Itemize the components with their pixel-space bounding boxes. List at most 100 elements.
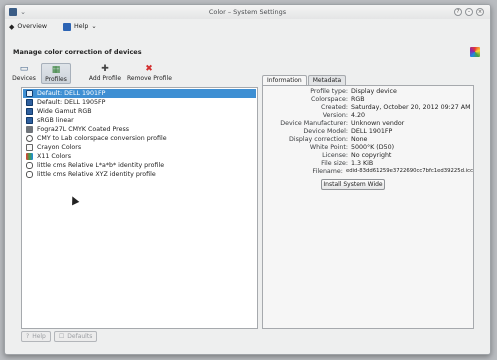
defaults-button[interactable]: ☐ Defaults	[53, 331, 98, 342]
info-value: edid-83dd61259e3722690cc7bfc1ed39225d.ic…	[345, 168, 473, 174]
profiles-label: Profiles	[45, 76, 67, 83]
list-item[interactable]: Crayon Colors	[23, 143, 256, 152]
help-window-button[interactable]: ?	[454, 8, 462, 16]
info-value: No copyright	[351, 152, 392, 159]
page-heading: Manage color correction of devices	[13, 48, 142, 56]
help-label: Help	[74, 23, 89, 30]
help-circle-icon: ?	[26, 333, 30, 340]
profile-detail-panel: Information Metadata Profile type: Displ…	[262, 75, 474, 329]
chevron-down-icon: ⌄	[91, 23, 97, 30]
remove-profile-label: Remove Profile	[127, 75, 172, 82]
install-system-wide-button[interactable]: Install System Wide	[321, 179, 385, 190]
menu-bar: ◆ Overview Help ⌄	[5, 20, 490, 33]
list-item[interactable]: Fogra27L CMYK Coated Press	[23, 125, 256, 134]
back-arrow-icon: ◆	[9, 22, 15, 31]
profiles-tool-button[interactable]: ▦ Profiles	[41, 63, 71, 84]
tab-information[interactable]: Information	[262, 75, 307, 85]
overview-label: Overview	[17, 23, 48, 30]
list-item[interactable]: Default: DELL 1901FP	[23, 89, 256, 98]
defaults-button-label: Defaults	[67, 333, 93, 340]
list-item-label: X11 Colors	[37, 153, 72, 160]
title-bar: ⌄ Color – System Settings ? – ×	[5, 5, 490, 19]
crayon-icon	[26, 144, 33, 151]
remove-icon: ✖	[145, 64, 153, 74]
help-button[interactable]: ? Help	[21, 331, 51, 342]
profiles-icon: ▦	[51, 65, 61, 75]
list-item-label: sRGB linear	[37, 117, 74, 124]
devices-label: Devices	[12, 75, 36, 82]
information-tab-body: Profile type: Display device Colorspace:…	[262, 85, 474, 329]
help-button-label: Help	[32, 333, 46, 340]
info-key: White Point:	[309, 144, 348, 151]
info-row: Display correction: None	[265, 136, 473, 144]
glasses-icon	[26, 171, 33, 178]
info-row: Created: Saturday, October 20, 2012 09:2…	[265, 104, 473, 112]
printer-icon	[26, 126, 33, 133]
tab-metadata[interactable]: Metadata	[307, 75, 347, 85]
color-module-icon	[470, 47, 480, 57]
info-row: Filename: edid-83dd61259e3722690cc7bfc1e…	[265, 168, 473, 176]
list-item[interactable]: little cms Relative L*a*b* identity prof…	[23, 161, 256, 170]
close-button[interactable]: ×	[476, 8, 484, 16]
devices-icon: ▭	[19, 64, 29, 74]
info-row: Colorspace: RGB	[265, 96, 473, 104]
info-key: Device Model:	[303, 128, 348, 135]
info-value: None	[351, 136, 368, 143]
help-icon	[63, 22, 71, 31]
list-item-label: Fogra27L CMYK Coated Press	[37, 126, 130, 133]
add-profile-button[interactable]: ✚ Add Profile	[85, 63, 125, 84]
list-item[interactable]: Wide Gamut RGB	[23, 107, 256, 116]
settings-window: ⌄ Color – System Settings ? – × ◆ Overvi…	[4, 4, 491, 355]
info-row: Device Model: DELL 1901FP	[265, 128, 473, 136]
list-item-label: little cms Relative XYZ identity profile	[37, 171, 156, 178]
list-item[interactable]: CMY to Lab colorspace conversion profile	[23, 134, 256, 143]
info-value: 1.3 KiB	[351, 160, 374, 167]
info-row: White Point: 5000°K (D50)	[265, 144, 473, 152]
bottom-bar: ? Help ☐ Defaults	[21, 331, 98, 342]
devices-tool-button[interactable]: ▭ Devices	[11, 63, 37, 84]
list-item[interactable]: X11 Colors	[23, 152, 256, 161]
list-item[interactable]: sRGB linear	[23, 116, 256, 125]
info-key: Created:	[320, 104, 348, 111]
info-key: Colorspace:	[310, 96, 348, 103]
info-value: Display device	[351, 88, 397, 95]
list-item-label: Wide Gamut RGB	[37, 108, 92, 115]
info-row: Profile type: Display device	[265, 88, 473, 96]
profile-list[interactable]: Default: DELL 1901FP Default: DELL 1905F…	[21, 87, 258, 329]
add-profile-label: Add Profile	[88, 75, 122, 82]
info-row: Device Manufacturer: Unknown vendor	[265, 120, 473, 128]
plus-icon: ✚	[101, 64, 109, 74]
info-row: File size: 1.3 KiB	[265, 160, 473, 168]
list-item-label: Default: DELL 1901FP	[37, 90, 106, 97]
info-row: License: No copyright	[265, 152, 473, 160]
overview-button[interactable]: ◆ Overview	[9, 22, 47, 31]
monitor-icon	[26, 90, 33, 97]
list-item-label: CMY to Lab colorspace conversion profile	[37, 135, 167, 142]
info-value: 4.20	[351, 112, 366, 119]
info-value: Saturday, October 20, 2012 09:27 AM	[351, 104, 471, 111]
defaults-icon: ☐	[58, 333, 65, 340]
monitor-icon	[26, 108, 33, 115]
info-key: Version:	[322, 112, 348, 119]
remove-profile-button[interactable]: ✖ Remove Profile	[127, 63, 172, 84]
cycle-icon	[26, 135, 33, 142]
list-item[interactable]: little cms Relative XYZ identity profile	[23, 170, 256, 179]
list-item[interactable]: Default: DELL 1905FP	[23, 98, 256, 107]
list-item-label: Crayon Colors	[37, 144, 82, 151]
list-item-label: little cms Relative L*a*b* identity prof…	[37, 162, 165, 169]
window-title: Color – System Settings	[208, 8, 287, 16]
info-key: Device Manufacturer:	[280, 120, 348, 127]
info-row: Version: 4.20	[265, 112, 473, 120]
info-key: Display correction:	[289, 136, 348, 143]
list-item-label: Default: DELL 1905FP	[37, 99, 106, 106]
x11-icon	[26, 153, 33, 160]
minimize-button[interactable]: –	[465, 8, 473, 16]
info-key: Filename:	[312, 168, 343, 175]
monitor-icon	[26, 117, 33, 124]
glasses-icon	[26, 162, 33, 169]
info-value: DELL 1901FP	[351, 128, 393, 135]
mouse-cursor-icon	[68, 194, 80, 206]
info-value: 5000°K (D50)	[351, 144, 395, 151]
help-menu[interactable]: Help ⌄	[63, 22, 97, 31]
info-key: License:	[322, 152, 348, 159]
